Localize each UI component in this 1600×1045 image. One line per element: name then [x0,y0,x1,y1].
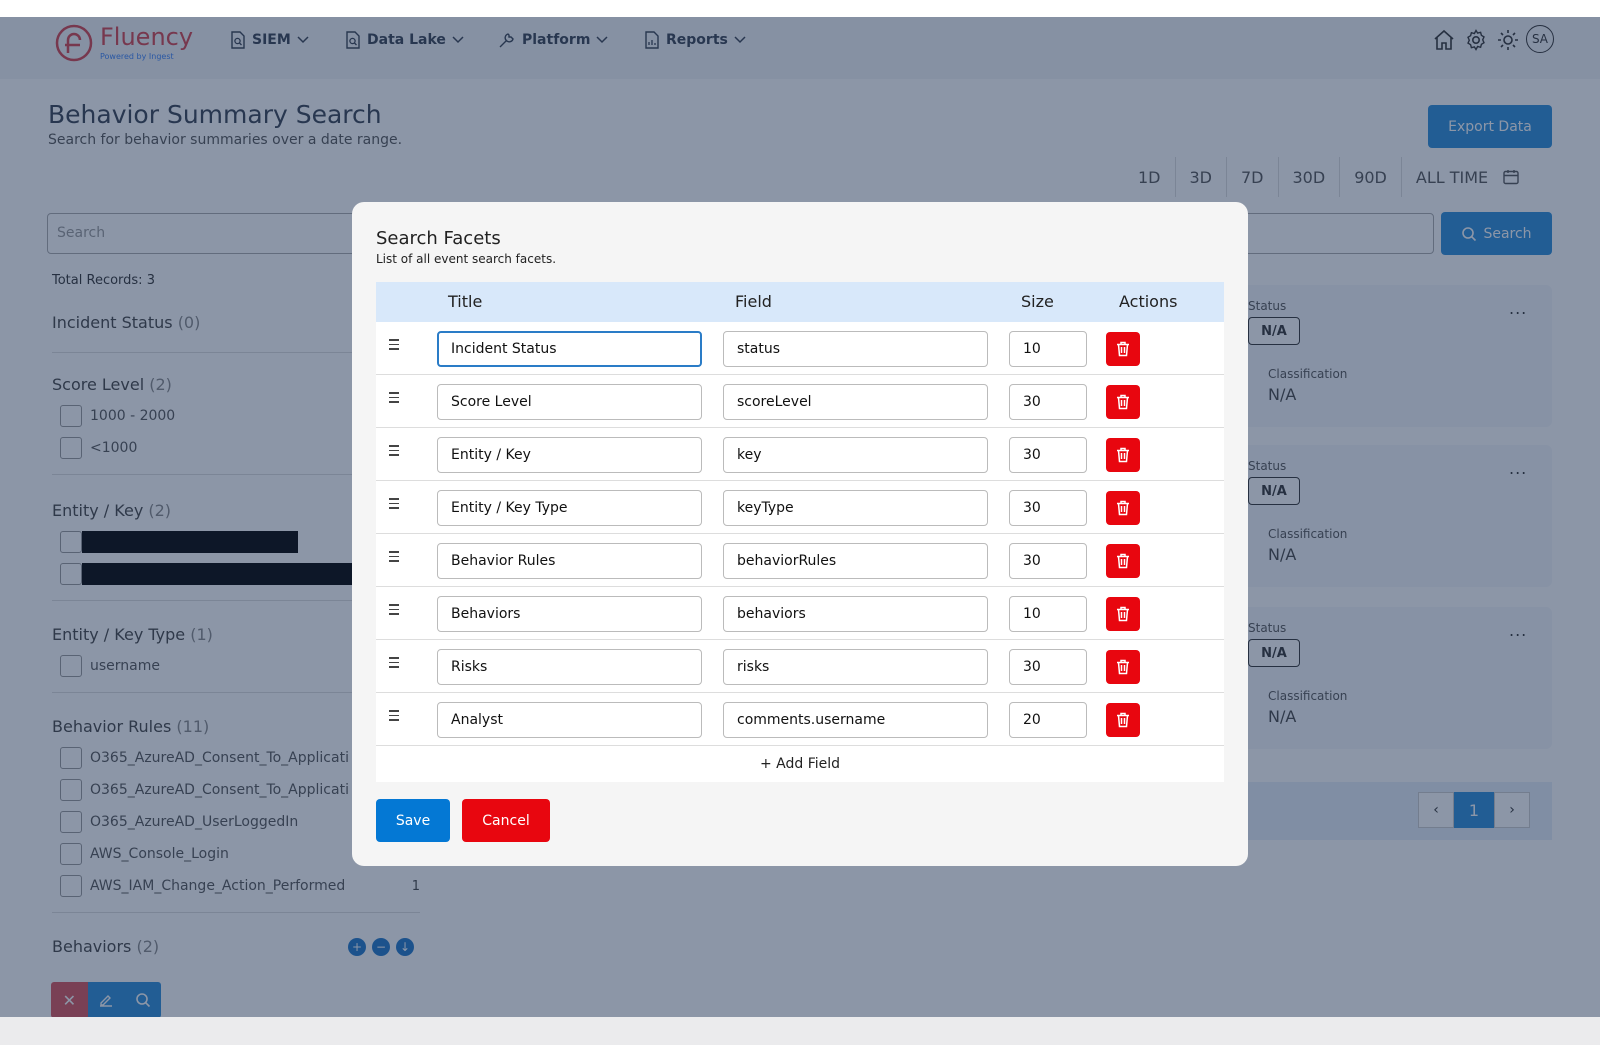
drag-handle-icon[interactable] [389,551,399,564]
table-row: Score Level scoreLevel 30 [376,375,1224,428]
delete-button[interactable] [1106,491,1140,525]
drag-handle-icon[interactable] [389,498,399,511]
table-header: Title Field Size Actions [376,282,1224,322]
top-strip [0,0,1600,17]
field-input[interactable]: behaviorRules [723,543,988,579]
title-input[interactable]: Entity / Key [437,437,702,473]
size-input[interactable]: 30 [1009,384,1087,420]
trash-icon [1117,606,1129,622]
size-input[interactable]: 30 [1009,543,1087,579]
table-row: Analyst comments.username 20 [376,693,1224,746]
trash-icon [1117,500,1129,516]
field-input[interactable]: key [723,437,988,473]
delete-button[interactable] [1106,703,1140,737]
field-input[interactable]: keyType [723,490,988,526]
size-input[interactable]: 10 [1009,596,1087,632]
table-row: Behaviors behaviors 10 [376,587,1224,640]
trash-icon [1117,553,1129,569]
size-input[interactable]: 20 [1009,702,1087,738]
table-row: Behavior Rules behaviorRules 30 [376,534,1224,587]
size-input[interactable]: 10 [1009,331,1087,367]
cancel-button[interactable]: Cancel [462,799,550,842]
save-button[interactable]: Save [376,799,450,842]
app-window: Fluency Powered by Ingest SIEM Data Lake… [0,17,1600,1017]
title-input[interactable]: Risks [437,649,702,685]
delete-button[interactable] [1106,385,1140,419]
trash-icon [1117,712,1129,728]
col-size: Size [1021,292,1054,311]
bottom-strip [0,1017,1600,1045]
drag-handle-icon[interactable] [389,445,399,458]
drag-handle-icon[interactable] [389,604,399,617]
delete-button[interactable] [1106,332,1140,366]
title-input[interactable]: Incident Status [437,331,702,367]
field-input[interactable]: scoreLevel [723,384,988,420]
add-field-button[interactable]: + Add Field [376,746,1224,782]
title-input[interactable]: Analyst [437,702,702,738]
table-row: Entity / Key Type keyType 30 [376,481,1224,534]
col-title: Title [448,292,483,311]
size-input[interactable]: 30 [1009,649,1087,685]
field-input[interactable]: comments.username [723,702,988,738]
table-row: Incident Status status 10 [376,322,1224,375]
delete-button[interactable] [1106,544,1140,578]
table-row: Risks risks 30 [376,640,1224,693]
trash-icon [1117,447,1129,463]
search-facets-modal: Search Facets List of all event search f… [352,202,1248,866]
table-row: Entity / Key key 30 [376,428,1224,481]
modal-title: Search Facets [376,228,501,249]
col-actions: Actions [1119,292,1178,311]
field-input[interactable]: risks [723,649,988,685]
title-input[interactable]: Entity / Key Type [437,490,702,526]
drag-handle-icon[interactable] [389,710,399,723]
drag-handle-icon[interactable] [389,392,399,405]
delete-button[interactable] [1106,438,1140,472]
modal-subtitle: List of all event search facets. [376,252,557,266]
title-input[interactable]: Score Level [437,384,702,420]
delete-button[interactable] [1106,597,1140,631]
drag-handle-icon[interactable] [389,339,399,352]
facets-table: Title Field Size Actions Incident Status… [376,282,1224,782]
size-input[interactable]: 30 [1009,490,1087,526]
drag-handle-icon[interactable] [389,657,399,670]
field-input[interactable]: status [723,331,988,367]
title-input[interactable]: Behavior Rules [437,543,702,579]
trash-icon [1117,394,1129,410]
field-input[interactable]: behaviors [723,596,988,632]
trash-icon [1117,659,1129,675]
col-field: Field [735,292,772,311]
size-input[interactable]: 30 [1009,437,1087,473]
title-input[interactable]: Behaviors [437,596,702,632]
delete-button[interactable] [1106,650,1140,684]
trash-icon [1117,341,1129,357]
